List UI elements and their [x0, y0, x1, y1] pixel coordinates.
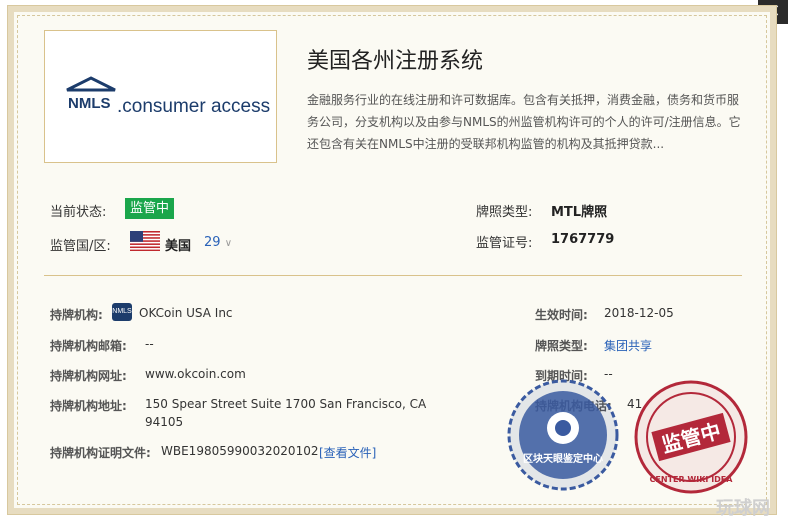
registry-title: 美国各州注册系统 — [307, 49, 484, 74]
red-seal-ring-text: CENTER WIKI IDEA — [650, 475, 734, 484]
blue-seal-text: 区块天眼鉴定中心 — [523, 452, 603, 465]
kind-value-link[interactable]: 集团共享 — [604, 337, 652, 354]
status-label: 当前状态: — [50, 205, 107, 220]
email-label: 持牌机构邮箱: — [50, 339, 127, 353]
registry-description: 金融服务行业的在线注册和许可数据库。包含有关抵押，消费金融，债务和货币服务公司，… — [307, 93, 741, 151]
region-country: 美国 — [165, 239, 192, 254]
cert-file-value: WBE19805990032020102 — [161, 444, 319, 458]
section-divider — [44, 275, 742, 276]
nmls-house-icon: NMLS — [66, 76, 116, 112]
effective-label: 生效时间: — [535, 308, 588, 322]
nmls-org-icon: NMLS — [112, 303, 132, 321]
cert-file-label: 持牌机构证明文件: — [50, 446, 151, 460]
email-value: -- — [145, 337, 154, 351]
license-type-label: 牌照类型: — [476, 205, 533, 220]
nmls-mark-text: NMLS — [68, 95, 111, 112]
blue-verification-seal: 区块天眼鉴定中心 — [507, 379, 619, 491]
red-supervision-seal: 监管中 CENTER WIKI IDEA — [634, 380, 748, 494]
watermark: 玩球网 — [716, 498, 770, 519]
license-no-value: 1767779 — [551, 232, 615, 247]
region-count: 29 — [204, 235, 221, 250]
chevron-down-icon: ∨ — [224, 238, 233, 249]
holder-value: OKCoin USA Inc — [139, 306, 233, 320]
license-no-label: 监管证号: — [476, 236, 533, 251]
website-value: www.okcoin.com — [145, 367, 246, 381]
status-badge: 监管中 — [125, 198, 175, 219]
holder-label: 持牌机构: — [50, 308, 103, 322]
logo-text: .consumer access — [117, 96, 271, 117]
address-label: 持牌机构地址: — [50, 399, 127, 413]
us-flag-icon — [130, 231, 160, 251]
kind-label: 牌照类型: — [535, 339, 588, 353]
license-type-value: MTL牌照 — [551, 205, 608, 220]
view-file-link[interactable]: [查看文件] — [319, 444, 376, 461]
region-count-dropdown[interactable]: 29 ∨ — [204, 235, 232, 250]
effective-value: 2018-12-05 — [604, 306, 674, 320]
address-line2: 94105 — [145, 415, 184, 429]
address-line1: 150 Spear Street Suite 1700 San Francisc… — [145, 397, 427, 411]
website-label: 持牌机构网址: — [50, 369, 127, 383]
nmls-logo-box: NMLS .consumer access — [44, 30, 277, 163]
region-label: 监管国/区: — [50, 239, 111, 254]
